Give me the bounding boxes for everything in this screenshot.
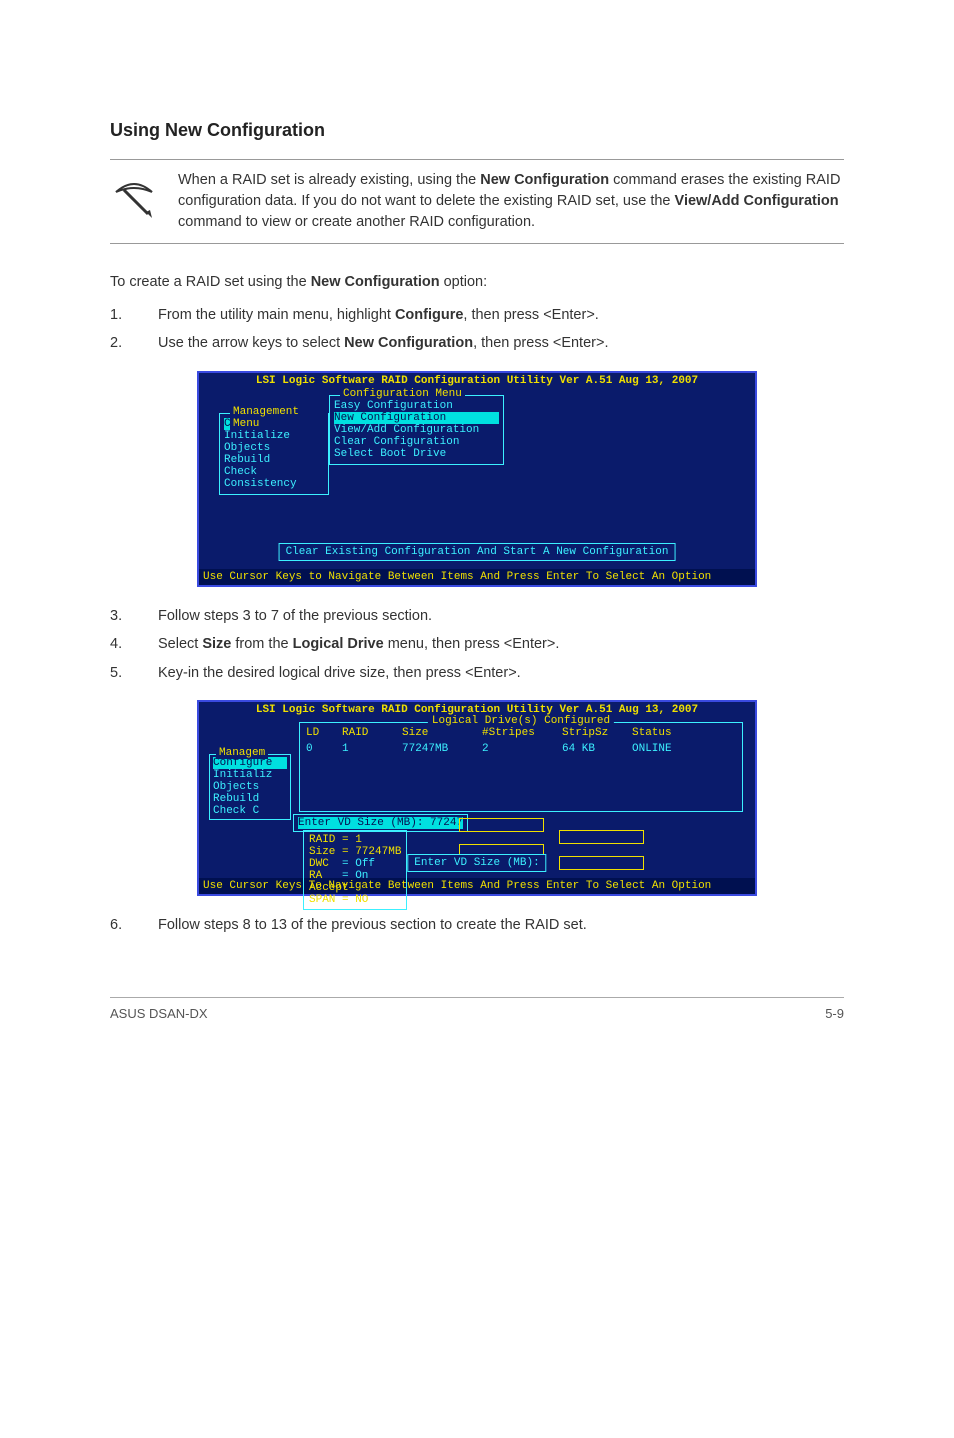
- logical-drives-title: Logical Drive(s) Configured: [428, 715, 614, 727]
- prop-span: SPAN = NO: [309, 894, 401, 906]
- step1-post: , then press <Enter>.: [463, 307, 598, 323]
- note-bold-3: View/Add Configuration: [675, 193, 839, 209]
- rect-1: [459, 818, 544, 832]
- left-check: Check C: [213, 805, 287, 817]
- cfg-easy: Easy Configuration: [334, 400, 499, 412]
- intro-pre: To create a RAID set using the: [110, 274, 311, 290]
- step1-pre: From the utility main menu, highlight: [158, 307, 395, 323]
- step4-bold: Size: [202, 636, 231, 652]
- step3-text: Follow steps 3 to 7 of the previous sect…: [158, 608, 432, 624]
- vd-size-label: Enter VD Size (MB):: [298, 817, 430, 829]
- val-status: ONLINE: [632, 743, 702, 755]
- prop-dwc: DWC = Off: [309, 858, 401, 870]
- terminal2-body: Logical Drive(s) Configured LD RAID Size…: [199, 718, 755, 878]
- footer-right: 5-9: [825, 1006, 844, 1021]
- step4-post2: menu, then press <Enter>.: [384, 636, 560, 652]
- management-menu-box: Management Menu Configure Initialize Obj…: [219, 413, 329, 495]
- steps-list-2: Follow steps 3 to 7 of the previous sect…: [110, 605, 844, 684]
- cfg-viewadd: View/Add Configuration: [334, 424, 499, 436]
- intro-text: To create a RAID set using the New Confi…: [110, 272, 844, 294]
- intro-suf: option:: [440, 274, 488, 290]
- page-footer: ASUS DSAN-DX 5-9: [110, 997, 844, 1021]
- val-size: 77247MB: [402, 743, 482, 755]
- step-4: Select Size from the Logical Drive menu,…: [110, 633, 844, 655]
- mgmt-check: Check Consistency: [224, 466, 324, 490]
- props-box: RAID = 1 Size = 77247MB DWC = Off RA = O…: [303, 830, 407, 910]
- steps-list-3: Follow steps 8 to 13 of the previous sec…: [110, 914, 844, 936]
- left-mgmt-box: Managem Configure Initializ Objects Rebu…: [209, 754, 291, 820]
- rect-2: [559, 830, 644, 844]
- logical-drives-box: Logical Drive(s) Configured LD RAID Size…: [299, 722, 743, 812]
- logical-head-row: LD RAID Size #Stripes StripSz Status: [300, 725, 742, 741]
- step-6: Follow steps 8 to 13 of the previous sec…: [110, 914, 844, 936]
- prop-accept: Accept: [309, 882, 401, 894]
- step4-pre: Select: [158, 636, 202, 652]
- step6-text: Follow steps 8 to 13 of the previous sec…: [158, 917, 587, 933]
- left-initialize: Initializ: [213, 769, 287, 781]
- note-block: When a RAID set is already existing, usi…: [110, 159, 844, 244]
- step-5: Key-in the desired logical drive size, t…: [110, 662, 844, 684]
- terminal-screenshot-1: LSI Logic Software RAID Configuration Ut…: [197, 371, 757, 587]
- terminal2-footer: Use Cursor Keys To Navigate Between Item…: [199, 878, 755, 894]
- terminal1-bottom-msg: Clear Existing Configuration And Start A…: [279, 543, 676, 561]
- logical-data-row: 0 1 77247MB 2 64 KB ONLINE: [300, 741, 742, 757]
- left-mgmt-title: Managem: [216, 747, 268, 759]
- step2-bold: New Configuration: [344, 335, 473, 351]
- step-2: Use the arrow keys to select New Configu…: [110, 332, 844, 354]
- cfg-boot: Select Boot Drive: [334, 448, 499, 460]
- configuration-menu-title: Configuration Menu: [340, 388, 465, 400]
- prop-raid: RAID = 1: [309, 834, 401, 846]
- mgmt-initialize: Initialize: [224, 430, 324, 442]
- terminal2-bottom-msg: Enter VD Size (MB):: [407, 854, 546, 872]
- note-text: When a RAID set is already existing, usi…: [178, 170, 844, 233]
- note-part-0: When a RAID set is already existing, usi…: [178, 172, 480, 188]
- hdr-ld: LD: [306, 727, 342, 739]
- left-objects: Objects: [213, 781, 287, 793]
- rect-4: [559, 856, 644, 870]
- step5-text: Key-in the desired logical drive size, t…: [158, 665, 521, 681]
- configuration-menu-box: Configuration Menu Easy Configuration Ne…: [329, 395, 504, 465]
- step-3: Follow steps 3 to 7 of the previous sect…: [110, 605, 844, 627]
- hdr-raid: RAID: [342, 727, 402, 739]
- left-rebuild: Rebuild: [213, 793, 287, 805]
- prop-size: Size = 77247MB: [309, 846, 401, 858]
- step2-pre: Use the arrow keys to select: [158, 335, 344, 351]
- page-heading: Using New Configuration: [110, 120, 844, 141]
- hdr-status: Status: [632, 727, 702, 739]
- hdr-stripes: #Stripes: [482, 727, 562, 739]
- cfg-new: New Configuration: [334, 412, 499, 424]
- step4-bold2: Logical Drive: [293, 636, 384, 652]
- step2-post: , then press <Enter>.: [473, 335, 608, 351]
- terminal-screenshot-2: LSI Logic Software RAID Configuration Ut…: [197, 700, 757, 896]
- mgmt-rebuild: Rebuild: [224, 454, 324, 466]
- steps-list-1: From the utility main menu, highlight Co…: [110, 304, 844, 355]
- terminal1-footer: Use Cursor Keys to Navigate Between Item…: [199, 569, 755, 585]
- footer-left: ASUS DSAN-DX: [110, 1006, 208, 1021]
- mgmt-objects: Objects: [224, 442, 324, 454]
- hdr-size: Size: [402, 727, 482, 739]
- val-raid: 1: [342, 743, 402, 755]
- prop-ra: RA = On: [309, 870, 401, 882]
- val-ld: 0: [306, 743, 342, 755]
- terminal1-title: LSI Logic Software RAID Configuration Ut…: [199, 373, 755, 389]
- step4-post: from the: [231, 636, 292, 652]
- step1-bold: Configure: [395, 307, 463, 323]
- val-stripes: 2: [482, 743, 562, 755]
- cfg-clear: Clear Configuration: [334, 436, 499, 448]
- note-bold-1: New Configuration: [480, 172, 609, 188]
- pencil-note-icon: [110, 170, 158, 218]
- management-menu-title: Management Menu: [230, 406, 328, 430]
- intro-bold: New Configuration: [311, 274, 440, 290]
- step-1: From the utility main menu, highlight Co…: [110, 304, 844, 326]
- val-stripsz: 64 KB: [562, 743, 632, 755]
- hdr-stripsz: StripSz: [562, 727, 632, 739]
- note-part-4: command to view or create another RAID c…: [178, 214, 535, 230]
- terminal1-body: Management Menu Configure Initialize Obj…: [199, 389, 755, 569]
